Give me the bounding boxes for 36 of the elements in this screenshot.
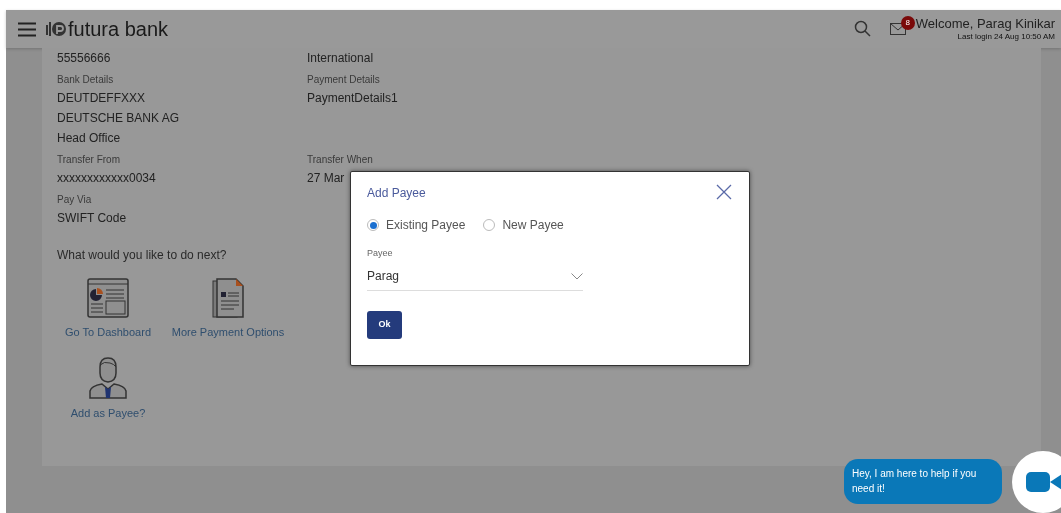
field-value: DEUTSCHE BANK AG [57, 110, 181, 127]
field-value: PaymentDetails1 [307, 90, 399, 107]
chat-bubble: Hey, I am here to help if you need it! [844, 459, 1002, 504]
payee-select[interactable]: Parag [367, 266, 583, 291]
mail-icon[interactable] [889, 23, 906, 35]
field-value: 27 Mar [307, 170, 346, 187]
last-login-text: Last login 24 Aug 10:50 AM [957, 31, 1055, 42]
payee-type-radio[interactable]: Existing Payee [367, 216, 466, 234]
field-label: Transfer From [57, 153, 121, 167]
ok-button[interactable]: Ok [367, 310, 402, 339]
field-label: Bank Details [57, 73, 115, 87]
logo-icon [46, 19, 66, 39]
welcome-text: Welcome, Parag Kinikar [915, 16, 1055, 31]
brand-name: futura bank [68, 19, 169, 39]
video-camera-icon [1026, 472, 1061, 492]
chevron-down-icon [571, 272, 583, 280]
close-icon[interactable] [716, 184, 732, 200]
field-label: Transfer When [307, 153, 374, 167]
field-value: SWIFT Code [57, 210, 128, 227]
next-prompt: What would you like to do next? [57, 247, 227, 264]
field-value: International [307, 50, 375, 67]
notification-badge: 8 [900, 16, 915, 30]
dialog-title: Add Payee [367, 185, 426, 202]
payee-type-radio[interactable]: New Payee [483, 216, 564, 234]
field-value: DEUTDEFFXXX [57, 90, 146, 107]
field-label: Payee [367, 247, 394, 260]
dashboard-icon [87, 278, 129, 318]
field-value: xxxxxxxxxxxx0034 [57, 170, 157, 187]
search-icon[interactable] [853, 20, 872, 38]
field-label: Pay Via [57, 193, 93, 207]
field-value: 55556666 [57, 50, 112, 67]
menu-icon[interactable] [18, 21, 36, 37]
field-label: Payment Details [307, 73, 381, 87]
person-icon [88, 354, 128, 399]
document-icon [212, 278, 244, 318]
field-value: Head Office [57, 130, 122, 147]
